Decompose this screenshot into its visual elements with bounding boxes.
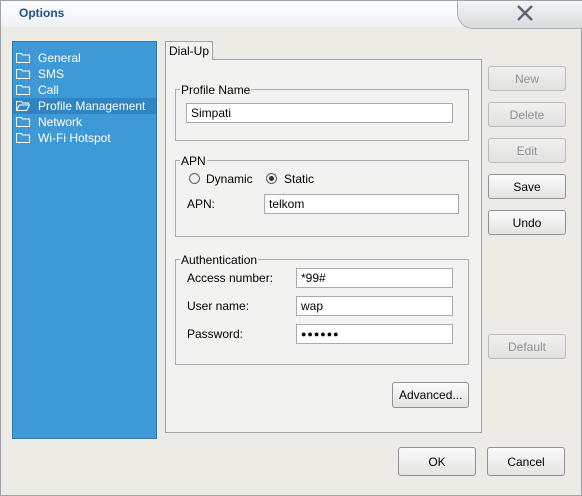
static-radio-label: Static	[284, 172, 315, 186]
advanced-button[interactable]: Advanced...	[392, 382, 469, 408]
password-field[interactable]: ●●●●●●	[296, 324, 453, 344]
sidebar-item-network[interactable]: Network	[13, 114, 156, 130]
cancel-button[interactable]: Cancel	[487, 447, 565, 476]
profile-name-group-title: Profile Name	[180, 83, 252, 97]
close-icon[interactable]	[514, 2, 536, 24]
sidebar-item-profile-management[interactable]: Profile Management	[13, 98, 156, 114]
access-number-label: Access number:	[187, 271, 274, 285]
apn-label: APN:	[187, 197, 216, 211]
static-radio[interactable]	[266, 173, 277, 184]
sidebar-item-label: Call	[38, 83, 59, 97]
folder-icon	[16, 52, 30, 63]
dynamic-radio-label: Dynamic	[206, 172, 253, 186]
folder-icon	[16, 68, 30, 79]
folder-open-icon	[15, 100, 31, 111]
ok-button[interactable]: OK	[398, 447, 476, 476]
user-name-field[interactable]: wap	[296, 296, 453, 316]
window-title: Options	[19, 6, 65, 20]
default-button[interactable]: Default	[488, 334, 566, 359]
folder-icon	[16, 116, 30, 127]
dynamic-radio[interactable]	[189, 173, 200, 184]
apn-group-title: APN	[180, 154, 207, 168]
folder-icon	[16, 132, 30, 143]
save-button[interactable]: Save	[488, 174, 566, 199]
options-dialog: Options General SMS Call Profile Managem…	[0, 0, 582, 496]
sidebar-item-general[interactable]: General	[13, 50, 156, 66]
delete-button[interactable]: Delete	[488, 102, 566, 127]
sidebar: General SMS Call Profile Management Netw…	[12, 41, 157, 439]
sidebar-item-wifi-hotspot[interactable]: Wi-Fi Hotspot	[13, 130, 156, 146]
undo-button[interactable]: Undo	[488, 210, 566, 235]
password-label: Password:	[187, 327, 244, 341]
sidebar-item-label: Wi-Fi Hotspot	[38, 131, 111, 145]
edit-button[interactable]: Edit	[488, 138, 566, 163]
sidebar-item-sms[interactable]: SMS	[13, 66, 156, 82]
apn-field[interactable]: telkom	[264, 194, 459, 214]
sidebar-item-call[interactable]: Call	[13, 82, 156, 98]
profile-name-field[interactable]: Simpati	[186, 103, 453, 123]
new-button[interactable]: New	[488, 66, 566, 91]
sidebar-item-label: Profile Management	[38, 99, 146, 113]
tab-dial-up[interactable]: Dial-Up	[165, 41, 213, 60]
sidebar-item-label: SMS	[38, 67, 65, 81]
sidebar-item-label: General	[38, 51, 81, 65]
folder-icon	[16, 84, 30, 95]
sidebar-item-label: Network	[38, 115, 83, 129]
authentication-group-title: Authentication	[180, 253, 259, 267]
access-number-field[interactable]: *99#	[296, 268, 453, 288]
user-name-label: User name:	[187, 299, 250, 313]
